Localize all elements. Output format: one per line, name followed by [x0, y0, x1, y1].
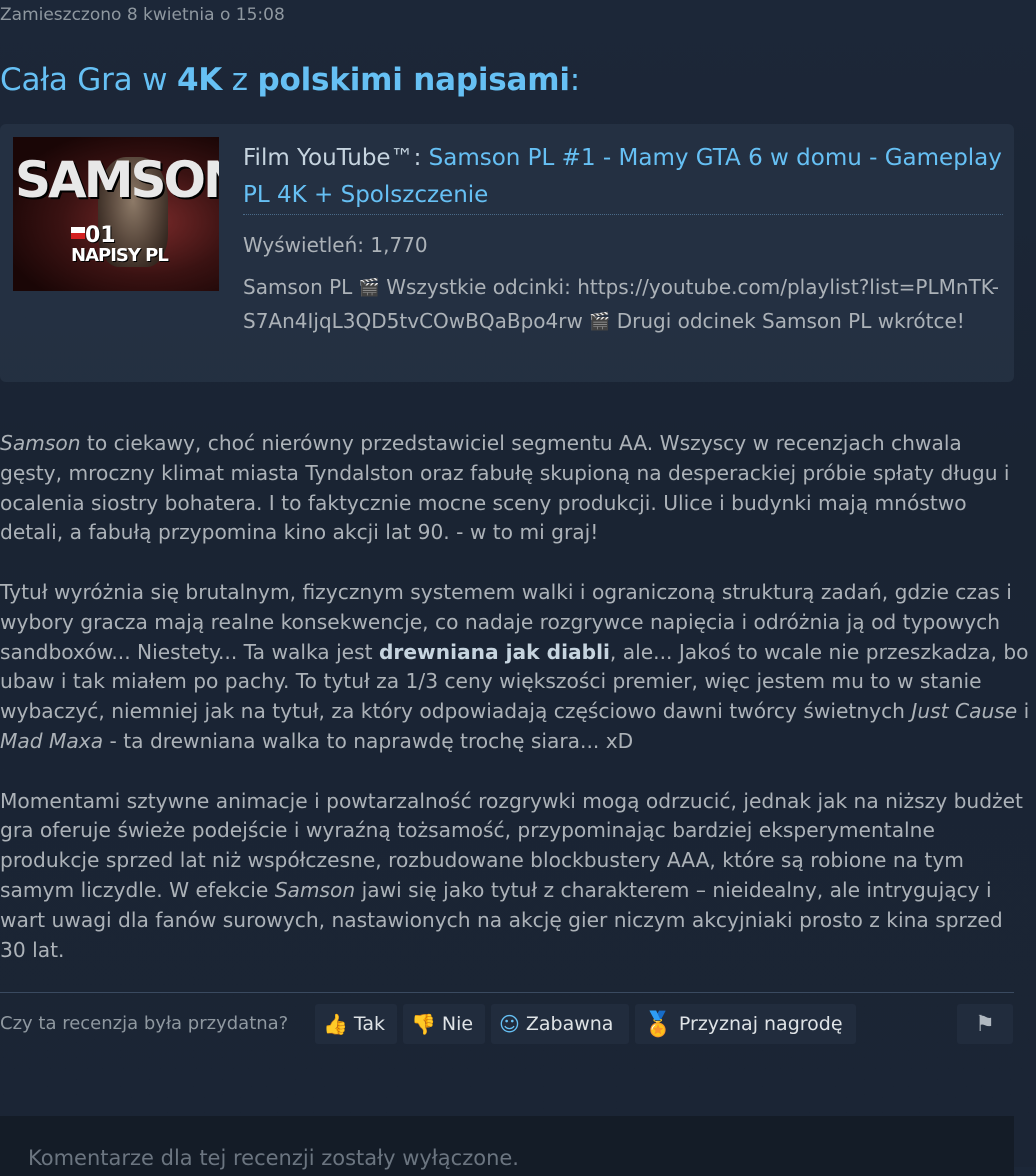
review-p2-text4: - ta drewniana walka to naprawdę trochę … [103, 728, 634, 753]
review-divider [0, 992, 1014, 993]
smiley-icon: ☺ [499, 1012, 520, 1036]
vote-funny-label: Zabawna [525, 1013, 614, 1035]
heading-post: : [569, 62, 581, 98]
review-p1-text: to ciekawy, choć nierówny przedstawiciel… [0, 431, 1010, 545]
comments-disabled-text: Komentarze dla tej recenzji zostały wyłą… [28, 1146, 519, 1170]
report-flag-button[interactable]: ⚑ [957, 1004, 1013, 1044]
review-p2-text3: i [1017, 699, 1030, 724]
vote-no-button[interactable]: 👎 Nie [403, 1004, 485, 1044]
video-title-prefix: Film YouTube™: [243, 145, 429, 171]
review-body: Samson to ciekawy, choć nierówny przedst… [0, 429, 1030, 995]
review-heading: Cała Gra w 4K z polskimi napisami: [0, 62, 580, 98]
video-thumbnail[interactable]: SAMSON 01 NAPISY PL [13, 137, 219, 291]
thumbnail-title: SAMSON [15, 151, 219, 209]
video-description: Samson PL 🎬 Wszystkie odcinki: https://y… [243, 271, 1003, 339]
award-label: Przyznaj nagrodę [678, 1013, 843, 1035]
clapperboard-icon: 🎬 [589, 312, 611, 332]
clapperboard-icon: 🎬 [358, 278, 380, 298]
video-views: Wyświetleń: 1,770 [243, 233, 428, 257]
vote-yes-button[interactable]: 👍 Tak [315, 1004, 397, 1044]
polish-flag-icon [71, 227, 85, 239]
comments-section: Komentarze dla tej recenzji zostały wyłą… [0, 1116, 1014, 1176]
award-medal-icon: 🏅 [643, 1010, 673, 1038]
thumbnail-subtitle: NAPISY PL [71, 245, 169, 266]
award-button[interactable]: 🏅 Przyznaj nagrodę [635, 1004, 856, 1044]
game-title-italic: Samson [0, 431, 81, 455]
vote-funny-button[interactable]: ☺ Zabawna [491, 1004, 629, 1044]
vote-yes-label: Tak [353, 1013, 386, 1035]
video-desc-part3: Drugi odcinek Samson PL wkrótce! [610, 309, 965, 333]
review-paragraph-1: Samson to ciekawy, choć nierówny przedst… [0, 429, 1030, 548]
heading-bold-subtitles: polskimi napisami [257, 62, 570, 98]
helpful-question: Czy ta recenzja była przydatna? [0, 1013, 289, 1034]
vote-no-label: Nie [441, 1013, 474, 1035]
posted-date: Zamieszczono 8 kwietnia o 15:08 [0, 5, 285, 25]
flag-icon: ⚑ [975, 1011, 995, 1037]
review-p2-bold: drewniana jak diabli [378, 639, 610, 664]
video-title: Film YouTube™: Samson PL #1 - Mamy GTA 6… [243, 140, 1003, 215]
review-p2-italic1: Just Cause [911, 699, 1018, 724]
review-paragraph-3: Momentami sztywne animacje i powtarzalno… [0, 787, 1030, 966]
review-paragraph-2: Tytuł wyróżnia się brutalnym, fizycznym … [0, 578, 1030, 757]
helpful-row: Czy ta recenzja była przydatna? 👍 Tak 👎 Ni… [0, 1004, 1014, 1044]
heading-pre: Cała Gra w [0, 62, 177, 98]
heading-bold-4k: 4K [176, 62, 223, 98]
video-desc-part1: Samson PL [243, 275, 359, 299]
review-p3-italic: Samson [274, 877, 356, 902]
thumbs-up-icon: 👍 [323, 1012, 348, 1036]
video-info: Film YouTube™: Samson PL #1 - Mamy GTA 6… [243, 140, 1003, 339]
thumbs-down-icon: 👎 [411, 1012, 436, 1036]
heading-mid: z [222, 62, 258, 98]
review-p2-italic2: Mad Maxa [0, 728, 104, 753]
